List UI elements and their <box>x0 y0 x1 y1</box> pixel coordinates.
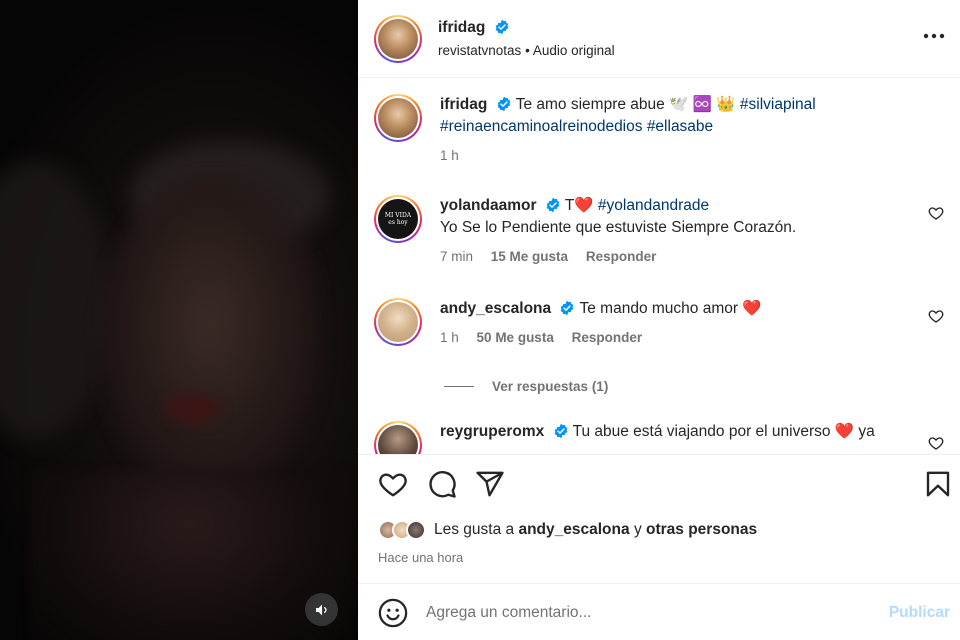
reply-button[interactable]: Responder <box>586 249 657 264</box>
author-username[interactable]: ifridag <box>438 19 485 36</box>
hashtag-link[interactable]: #yolandandrade <box>598 197 709 214</box>
reply-button[interactable]: Responder <box>572 330 643 345</box>
comment-composer: Publicar <box>358 584 960 640</box>
media-background-figure <box>0 160 110 440</box>
volume-button[interactable] <box>305 593 338 626</box>
comment-text: Yo Se lo Pendiente que estuviste Siempre… <box>440 219 797 236</box>
media-scarf <box>30 470 350 640</box>
post-actions: Les gusta a andy_escalona y otras person… <box>358 454 960 584</box>
verified-badge-icon <box>561 300 574 316</box>
author-avatar[interactable] <box>374 14 422 63</box>
comment-like-icon[interactable] <box>928 308 944 324</box>
comment-text: Te mando mucho amor ❤️ <box>579 300 762 317</box>
heart-icon[interactable] <box>378 469 408 499</box>
hashtag-link[interactable]: #reinaencaminoalreinodedios <box>440 118 643 135</box>
hashtag-link[interactable]: #silviapinal <box>740 96 816 113</box>
likes-prefix: Les gusta a <box>434 521 515 538</box>
publish-button[interactable]: Publicar <box>889 604 950 622</box>
subtitle-separator: • <box>525 43 530 58</box>
avatar-logo-text: MI VIDA es hoy <box>384 212 412 226</box>
commenter-username[interactable]: reygruperomx <box>440 423 544 440</box>
comment-input[interactable] <box>426 600 866 626</box>
post-panel: ifridag revistatvnotas • Audio original <box>358 0 960 640</box>
verified-badge-icon <box>497 96 510 112</box>
likes-summary: Les gusta a andy_escalona y otras person… <box>378 520 757 540</box>
commenter-username[interactable]: yolandaamor <box>440 197 536 214</box>
caption-avatar[interactable] <box>374 94 422 142</box>
commenter-avatar[interactable] <box>374 298 422 346</box>
comments-list[interactable]: ifridag Te amo siempre abue 🕊️ ♾️ 👑 #sil… <box>358 78 960 454</box>
original-poster-link[interactable]: revistatvnotas <box>438 43 521 58</box>
comment-text: Tu abue está viajando por el universo ❤️… <box>572 423 875 440</box>
commenter-username[interactable]: andy_escalona <box>440 300 551 317</box>
verified-badge-icon <box>495 19 509 35</box>
commenter-avatar[interactable]: MI VIDA es hoy <box>374 195 422 243</box>
likes-others-link[interactable]: otras personas <box>646 521 757 538</box>
comment-like-icon[interactable] <box>928 435 944 451</box>
emoji-icon[interactable] <box>378 598 408 628</box>
caption-text: Te amo siempre abue 🕊️ ♾️ 👑 <box>515 96 736 113</box>
comment-likes[interactable]: 50 Me gusta <box>477 330 554 345</box>
post-timestamp[interactable]: Hace una hora <box>378 550 463 565</box>
comment-like-icon[interactable] <box>928 205 944 221</box>
hashtag-link[interactable]: #ellasabe <box>647 118 713 135</box>
media-face <box>95 175 325 505</box>
bookmark-icon[interactable] <box>923 469 953 499</box>
commenter-avatar[interactable] <box>374 421 422 454</box>
comment-time[interactable]: 7 min <box>440 249 473 264</box>
volume-icon <box>315 604 327 615</box>
media-lips <box>165 395 220 423</box>
verified-badge-icon <box>554 423 567 439</box>
caption-username[interactable]: ifridag <box>440 96 487 113</box>
post-media[interactable] <box>0 0 358 640</box>
verified-badge-icon <box>546 197 560 213</box>
caption-time[interactable]: 1 h <box>440 148 459 163</box>
view-replies-label: Ver respuestas (1) <box>492 379 609 394</box>
likes-user-link[interactable]: andy_escalona <box>518 521 629 538</box>
replies-divider <box>444 386 474 387</box>
comment-likes[interactable]: 15 Me gusta <box>491 249 568 264</box>
view-replies-button[interactable]: Ver respuestas (1) <box>444 379 608 394</box>
likes-joiner: y <box>633 521 642 538</box>
send-icon[interactable] <box>475 469 505 499</box>
comment-time[interactable]: 1 h <box>440 330 459 345</box>
post-header: ifridag revistatvnotas • Audio original <box>358 0 960 78</box>
comment-prefix: T❤️ <box>564 197 594 214</box>
liker-avatar[interactable] <box>406 520 426 540</box>
more-options-button[interactable] <box>922 24 946 48</box>
more-horizontal-icon <box>923 33 945 39</box>
audio-link[interactable]: Audio original <box>533 43 615 58</box>
comment-icon[interactable] <box>427 469 457 499</box>
